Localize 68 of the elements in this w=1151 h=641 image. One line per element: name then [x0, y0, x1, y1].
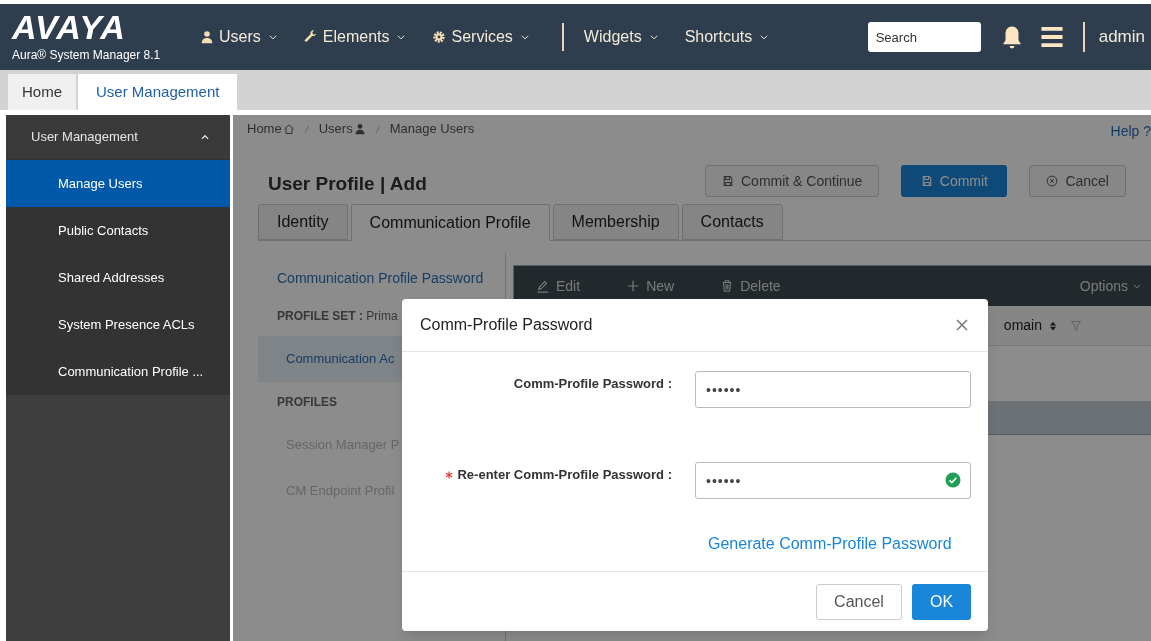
section-heading: PROFILE SET : Prima [277, 308, 398, 325]
page-title: User Profile | Add [268, 172, 427, 196]
plus-icon [626, 279, 641, 293]
toolbar-button[interactable]: Edit [536, 275, 581, 297]
sidebar-section[interactable]: User Management [6, 115, 230, 159]
profile-tab[interactable]: Membership [552, 204, 679, 240]
profile-tab[interactable]: Contacts [681, 204, 783, 240]
wrench-icon [303, 30, 318, 44]
sidebar-item[interactable]: Public Contacts [6, 207, 230, 254]
user-name[interactable]: admin [1098, 24, 1145, 50]
save-icon [722, 175, 734, 187]
breadcrumb-link[interactable]: Users [318, 119, 366, 139]
nav-menu[interactable]: Users [200, 25, 278, 49]
field-label: Comm-Profile Password : [513, 375, 672, 393]
field-label: Re-enter Comm-Profile Password : [457, 466, 672, 484]
action-button[interactable]: Cancel [1029, 165, 1126, 197]
generate-password-link[interactable]: Generate Comm-Profile Password [708, 532, 952, 556]
cancel-icon [1046, 175, 1059, 187]
home-icon [282, 122, 295, 135]
toolbar-button[interactable]: Delete [720, 275, 781, 297]
sidebar-item[interactable]: Manage Users [6, 160, 230, 207]
password-field[interactable]: •••••• [695, 462, 971, 499]
dialog-title: Comm-Profile Password [420, 315, 593, 335]
sidebar-item[interactable]: Shared Addresses [6, 254, 230, 301]
pencil-icon [536, 279, 550, 293]
logo: AVAYA [12, 10, 127, 44]
profile-tab[interactable]: Identity [258, 204, 348, 240]
close-button[interactable] [954, 317, 970, 333]
chevron-down-icon [759, 32, 770, 42]
toolbar-button[interactable]: New [626, 275, 675, 297]
chevron-down-icon [648, 32, 659, 42]
breadcrumb-link[interactable]: Home [247, 119, 295, 139]
nav-link[interactable]: Communication Profile Password [258, 260, 484, 296]
sidebar-item[interactable]: Communication Profile ... [6, 348, 230, 395]
save-icon [920, 175, 933, 187]
gear-icon [432, 30, 447, 44]
nav-menu[interactable]: Widgets [583, 25, 659, 49]
options-menu[interactable]: Options [1079, 275, 1142, 297]
breadcrumb-link[interactable]: Manage Users [389, 119, 475, 139]
nav-menu[interactable]: Services [432, 25, 530, 49]
chevron-up-icon [200, 132, 210, 142]
dialog-button[interactable]: OK [912, 583, 971, 620]
slash-icon [302, 122, 311, 135]
user-icon [353, 122, 366, 135]
action-button[interactable]: Commit & Continue [705, 165, 880, 197]
profile-tab[interactable]: Communication Profile [350, 204, 550, 241]
password-field[interactable]: •••••• [695, 371, 971, 408]
user-icon [200, 30, 214, 44]
tab[interactable]: User Management [78, 74, 238, 110]
sidebar-item[interactable]: System Presence ACLs [6, 301, 230, 348]
nav-menu[interactable]: Shortcuts [684, 25, 770, 49]
tab[interactable]: Home [8, 74, 76, 110]
search-field[interactable]: Search [867, 22, 981, 52]
menu-icon [1038, 24, 1065, 50]
slash-icon [373, 122, 382, 135]
product-name: Aura® System Manager 8.1 [12, 47, 162, 64]
action-button[interactable]: Commit [901, 165, 1008, 197]
filter-icon [1070, 319, 1082, 332]
dialog-button[interactable]: Cancel [816, 583, 902, 620]
section-heading: PROFILES [277, 394, 337, 411]
chevron-down-icon [267, 32, 278, 42]
nav-menu[interactable]: Elements [303, 25, 407, 49]
profile-item[interactable]: Communication Ac [258, 336, 402, 382]
chevron-down-icon [519, 32, 530, 42]
column-header[interactable]: omain [1003, 315, 1042, 336]
chevron-down-icon [396, 32, 407, 42]
help-link[interactable]: Help ? [1110, 121, 1151, 142]
chevron-down-icon [1132, 281, 1142, 291]
